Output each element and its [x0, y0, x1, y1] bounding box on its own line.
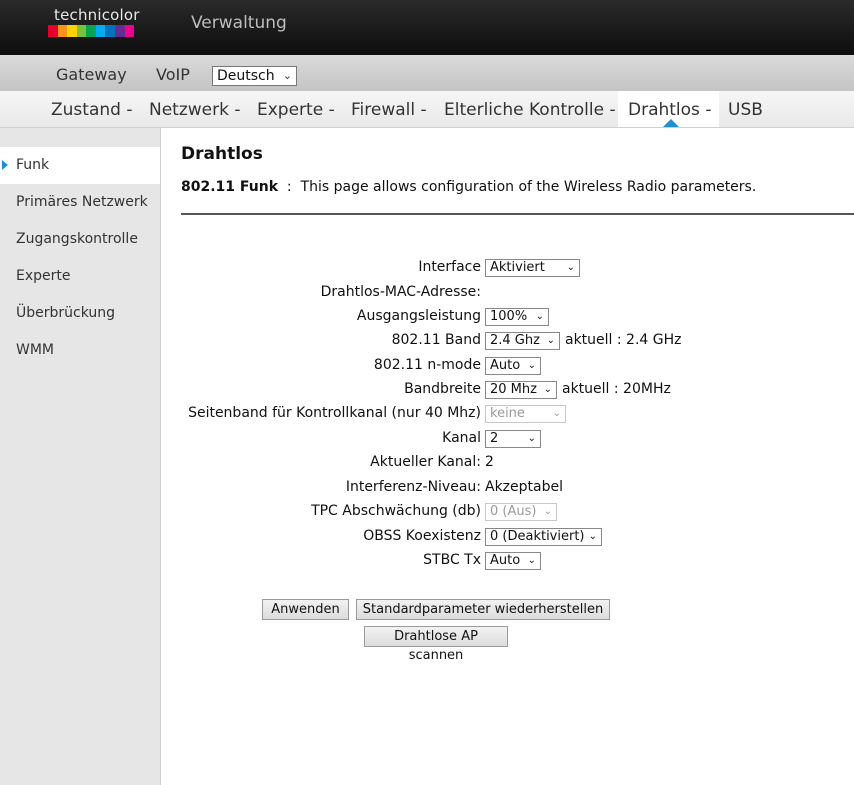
page-description: 802.11 Funk : This page allows configura… [181, 179, 756, 195]
band-select[interactable]: 2.4 Ghz ⌄ [485, 332, 560, 350]
chevron-down-icon: ⌄ [543, 384, 552, 395]
tpc-value: 0 (Aus) [490, 504, 537, 519]
bandwidth-current: aktuell : 20MHz [562, 381, 671, 397]
interference-value: Akzeptabel [485, 479, 563, 495]
description-title: 802.11 Funk [181, 179, 279, 195]
bandwidth-label: Bandbreite [404, 381, 481, 397]
nmode-select[interactable]: Auto ⌄ [485, 357, 541, 375]
sidebar-item-label: Überbrückung [16, 305, 116, 321]
sideband-value: keine [490, 406, 525, 421]
band-label: 802.11 Band [391, 332, 481, 348]
top-header: technicolor Verwaltung [0, 0, 854, 55]
chevron-down-icon: ⌄ [543, 506, 552, 517]
main-nav: Zustand - Netzwerk - Experte - Firewall … [0, 91, 854, 128]
app-title: Verwaltung [191, 13, 287, 33]
sidebar-item-funk[interactable]: Funk [0, 147, 160, 184]
obss-select[interactable]: 0 (Deaktiviert) ⌄ [485, 528, 602, 546]
secondary-nav: Gateway VoIP Deutsch ⌄ [0, 55, 854, 91]
page-title: Drahtlos [181, 144, 263, 164]
sidebar-item-experte[interactable]: Experte [0, 258, 160, 295]
sidebar-item-label: Experte [16, 268, 71, 284]
sidebar-item-zugangskontrolle[interactable]: Zugangskontrolle [0, 221, 160, 258]
stbc-value: Auto [490, 553, 521, 568]
channel-label: Kanal [442, 430, 481, 446]
chevron-down-icon: ⌄ [552, 408, 561, 419]
obss-value: 0 (Deaktiviert) [490, 529, 585, 544]
logo-color-bar [48, 25, 135, 37]
stbc-select[interactable]: Auto ⌄ [485, 552, 541, 570]
description-separator: : [286, 179, 292, 195]
sideband-select[interactable]: keine ⌄ [485, 405, 566, 423]
logo-color-segment [76, 25, 87, 37]
sidebar: Funk Primäres Netzwerk Zugangskontrolle … [0, 128, 161, 785]
interface-value: Aktiviert [490, 260, 545, 275]
bandwidth-value: 20 Mhz [490, 382, 537, 397]
interference-label: Interferenz-Niveau: [345, 479, 481, 495]
logo-color-segment [124, 25, 135, 37]
tpc-label: TPC Abschwächung (db) [311, 503, 481, 519]
sidebar-item-ueberbrueckung[interactable]: Überbrückung [0, 295, 160, 332]
band-value: 2.4 Ghz [490, 333, 540, 348]
chevron-down-icon: ⌄ [588, 531, 597, 542]
sideband-label: Seitenband für Kontrollkanal (nur 40 Mhz… [188, 405, 481, 421]
chevron-down-icon: ⌄ [566, 262, 575, 273]
scan-ap-button[interactable]: Drahtlose AP scannen [364, 626, 508, 663]
output-power-select[interactable]: 100% ⌄ [485, 308, 549, 326]
tab-netzwerk[interactable]: Netzwerk - [149, 100, 241, 120]
tpc-select[interactable]: 0 (Aus) ⌄ [485, 503, 557, 521]
tab-firewall[interactable]: Firewall - [351, 100, 427, 120]
sidebar-item-label: WMM [16, 342, 55, 358]
sidebar-item-label: Zugangskontrolle [16, 231, 138, 247]
logo-color-segment [67, 25, 77, 37]
band-current: aktuell : 2.4 GHz [565, 332, 682, 348]
arrow-right-icon [2, 160, 8, 170]
nmode-label: 802.11 n-mode [373, 357, 481, 373]
sidebar-item-label: Primäres Netzwerk [16, 194, 148, 210]
bandwidth-select[interactable]: 20 Mhz ⌄ [485, 381, 557, 399]
nav-gateway[interactable]: Gateway [56, 65, 127, 84]
output-power-value: 100% [490, 309, 528, 324]
logo-color-segment [114, 25, 125, 37]
active-tab-indicator [663, 119, 679, 127]
sidebar-item-wmm[interactable]: WMM [0, 332, 160, 369]
channel-select[interactable]: 2 ⌄ [485, 430, 541, 448]
chevron-down-icon: ⌄ [535, 311, 544, 322]
chevron-down-icon: ⌄ [527, 433, 536, 444]
logo-color-segment [95, 25, 106, 37]
interface-label: Interface [418, 259, 481, 275]
output-power-label: Ausgangsleistung [356, 308, 481, 324]
chevron-down-icon: ⌄ [546, 335, 555, 346]
nmode-value: Auto [490, 358, 521, 373]
chevron-down-icon: ⌄ [282, 69, 292, 82]
language-select[interactable]: Deutsch ⌄ [212, 66, 297, 86]
tab-usb[interactable]: USB [728, 100, 763, 120]
current-channel-label: Aktueller Kanal: [370, 454, 481, 470]
current-channel-value: 2 [485, 454, 494, 470]
tab-drahtlos[interactable]: Drahtlos - [628, 100, 711, 120]
obss-label: OBSS Koexistenz [363, 528, 481, 544]
logo-text: technicolor [54, 6, 140, 24]
stbc-label: STBC Tx [423, 552, 481, 568]
tab-zustand[interactable]: Zustand - [51, 100, 132, 120]
logo-color-segment [48, 25, 58, 37]
chevron-down-icon: ⌄ [527, 360, 536, 371]
mac-address-label: Drahtlos-MAC-Adresse: [320, 284, 481, 300]
tab-experte[interactable]: Experte - [257, 100, 335, 120]
sidebar-item-label: Funk [16, 157, 50, 173]
restore-defaults-button[interactable]: Standardparameter wiederherstellen [356, 599, 610, 620]
divider [181, 213, 854, 215]
description-text: This page allows configuration of the Wi… [300, 179, 757, 195]
logo-color-segment [57, 25, 68, 37]
interface-select[interactable]: Aktiviert ⌄ [485, 259, 580, 277]
apply-button[interactable]: Anwenden [262, 599, 349, 620]
language-value: Deutsch [217, 68, 275, 84]
logo-color-segment [86, 25, 96, 37]
tab-elterliche-kontrolle[interactable]: Elterliche Kontrolle - [444, 100, 616, 120]
nav-voip[interactable]: VoIP [156, 65, 190, 84]
logo-color-segment [105, 25, 115, 37]
sidebar-item-primaeres-netzwerk[interactable]: Primäres Netzwerk [0, 184, 160, 221]
channel-value: 2 [490, 431, 499, 446]
chevron-down-icon: ⌄ [527, 555, 536, 566]
